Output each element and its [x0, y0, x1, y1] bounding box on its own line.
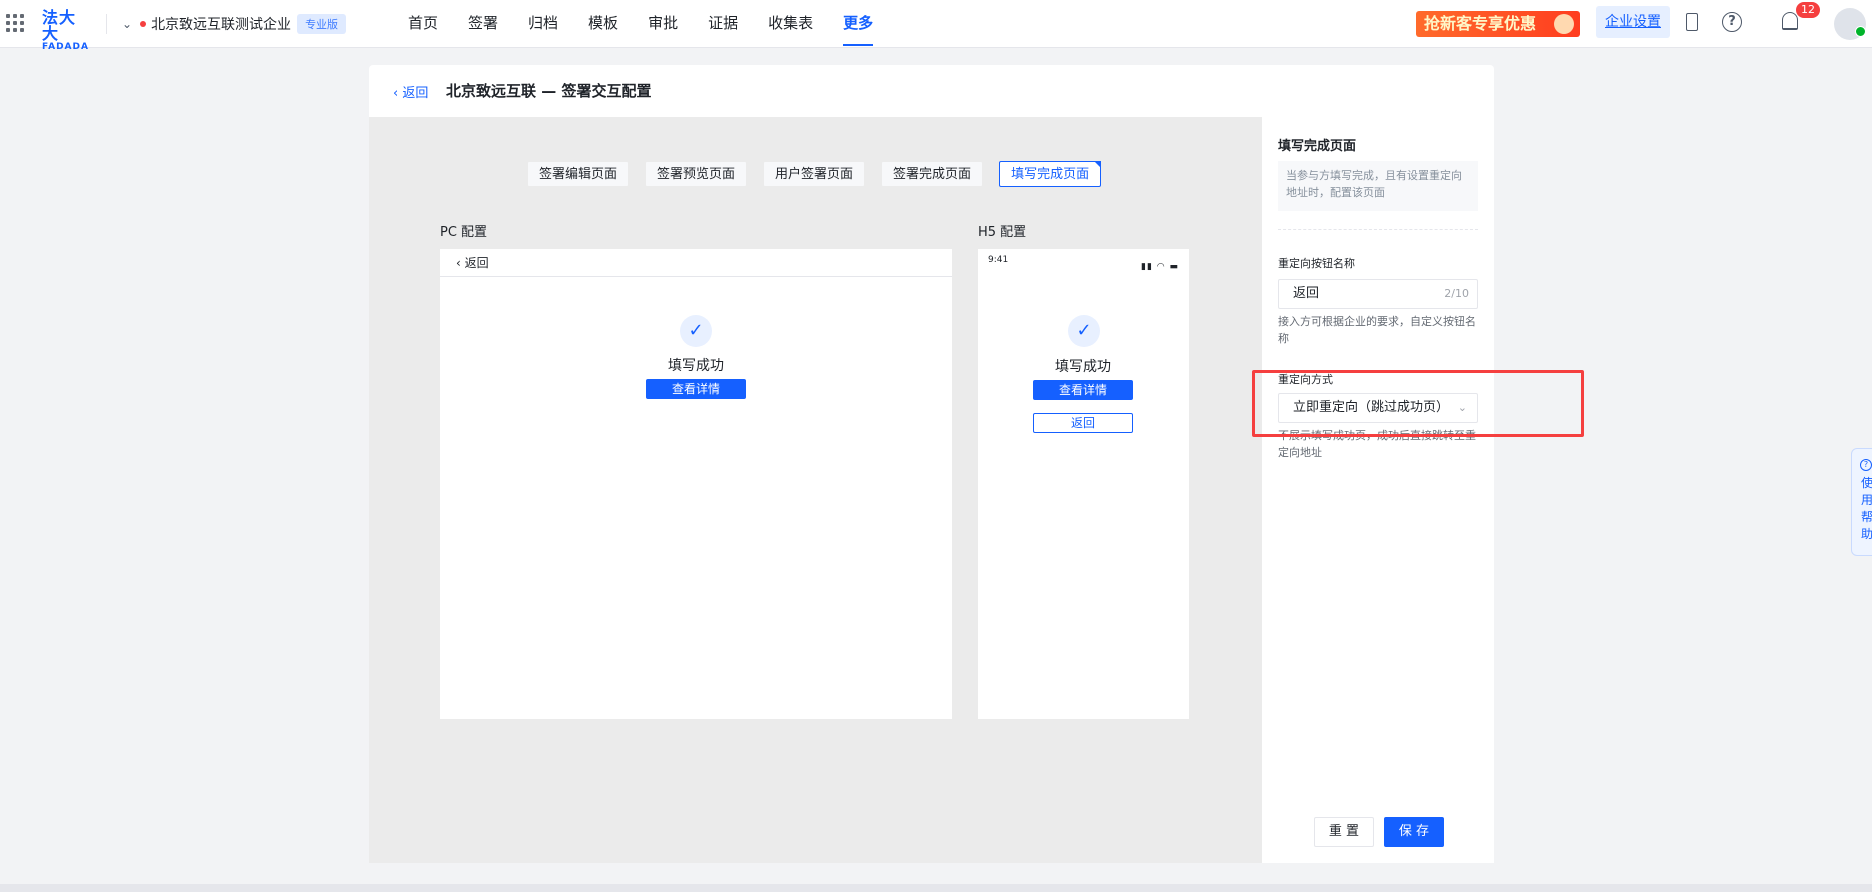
h5-view-details-button: 查看详情: [1033, 380, 1133, 400]
highlight-box: [1252, 370, 1584, 437]
tab-sign-edit[interactable]: 签署编辑页面: [527, 161, 630, 187]
nav-archive[interactable]: 归档: [528, 0, 558, 48]
page-tabs: 签署编辑页面 签署预览页面 用户签署页面 签署完成页面 填写完成页面: [527, 161, 1117, 187]
back-link[interactable]: ‹ 返回: [393, 82, 428, 101]
bell-icon[interactable]: [1782, 12, 1798, 30]
panel-divider: [1278, 229, 1478, 230]
check-icon: ✓: [680, 315, 712, 347]
h5-check-icon: ✓: [1068, 315, 1100, 347]
button-name-hint: 接入方可根据企业的要求，自定义按钮名称: [1278, 315, 1476, 345]
h5-time: 9:41: [988, 255, 1009, 265]
nav-evidence[interactable]: 证据: [708, 0, 738, 48]
h5-return-button: 返回: [1033, 413, 1133, 433]
nav-template[interactable]: 模板: [588, 0, 618, 48]
nav-forms[interactable]: 收集表: [768, 0, 813, 48]
top-nav-bar: 法大大 FADADA ⌄ 北京致远互联测试企业 专业版 首页 签署 归档 模板 …: [0, 0, 1872, 52]
nav-home[interactable]: 首页: [408, 0, 438, 48]
nav-approval[interactable]: 审批: [648, 0, 678, 48]
app-grid-icon[interactable]: [6, 14, 24, 32]
signal-icon: ▮▮ ◠ ▬: [1141, 262, 1179, 272]
reset-button[interactable]: 重 置: [1314, 817, 1374, 847]
nav-more[interactable]: 更多: [843, 0, 874, 48]
h5-config-label: H5 配置: [978, 225, 1027, 240]
tab-sign-preview[interactable]: 签署预览页面: [645, 161, 748, 187]
pc-back-bar: ‹ 返回: [440, 249, 952, 277]
help-float-button[interactable]: ? 使用帮助: [1851, 448, 1872, 556]
help-icon: ?: [1860, 459, 1872, 471]
tab-sign-complete[interactable]: 签署完成页面: [881, 161, 984, 187]
h5-success-text: 填写成功: [1055, 359, 1111, 375]
button-name-value: 返回: [1293, 286, 1320, 301]
pc-success-text: 填写成功: [668, 358, 724, 374]
settings-panel: 填写完成页面 当参与方填写完成，且有设置重定向地址时，配置该页面 重定向按钮名称…: [1262, 117, 1494, 863]
main-nav: 首页 签署 归档 模板 审批 证据 收集表 更多: [408, 0, 903, 48]
char-counter: 2/10: [1444, 287, 1469, 300]
rocket-icon: [1554, 14, 1574, 34]
tab-fill-complete[interactable]: 填写完成页面: [999, 161, 1102, 187]
button-name-input[interactable]: 返回 2/10: [1278, 279, 1478, 309]
notification-badge: 12: [1796, 2, 1820, 18]
card-header: ‹ 返回 北京致远互联 — 签署交互配置: [369, 65, 1494, 117]
help-icon[interactable]: ?: [1722, 12, 1742, 32]
help-float-label: 使用帮助: [1861, 476, 1872, 541]
page-title: 北京致远互联 — 签署交互配置: [446, 82, 652, 100]
fadada-logo[interactable]: 法大大 FADADA: [42, 8, 92, 53]
h5-status-bar: 9:41 ▮▮ ◠ ▬: [978, 249, 1189, 272]
promo-text: 抢新客专享优惠: [1424, 14, 1537, 33]
status-dot: [140, 21, 147, 27]
save-button[interactable]: 保 存: [1384, 817, 1444, 847]
bottom-strip: [0, 884, 1872, 892]
pc-view-details-button: 查看详情: [646, 379, 746, 399]
h5-preview: 9:41 ▮▮ ◠ ▬ ✓ 填写成功 查看详情 返回: [978, 249, 1189, 719]
header-divider: [106, 14, 107, 34]
org-switcher[interactable]: ⌄ 北京致远互联测试企业 专业版: [122, 13, 347, 35]
org-name: 北京致远互联测试企业: [151, 17, 292, 33]
logo-text: 法大大: [42, 8, 77, 43]
preview-area: 签署编辑页面 签署预览页面 用户签署页面 签署完成页面 填写完成页面 PC 配置…: [369, 117, 1262, 863]
plan-badge: 专业版: [297, 14, 347, 34]
tab-user-sign[interactable]: 用户签署页面: [763, 161, 866, 187]
verified-icon: [1855, 26, 1866, 37]
chevron-down-icon: ⌄: [122, 17, 133, 31]
back-label: 返回: [402, 86, 429, 101]
panel-note: 当参与方填写完成，且有设置重定向地址时，配置该页面: [1278, 161, 1478, 211]
mobile-icon[interactable]: [1686, 13, 1698, 31]
panel-title: 填写完成页面: [1278, 139, 1357, 154]
pc-config-label: PC 配置: [440, 225, 488, 240]
nav-sign[interactable]: 签署: [468, 0, 498, 48]
logo-subtext: FADADA: [42, 42, 89, 52]
promo-banner[interactable]: 抢新客专享优惠: [1416, 11, 1580, 37]
enterprise-settings-button[interactable]: 企业设置: [1596, 6, 1670, 38]
config-card: ‹ 返回 北京致远互联 — 签署交互配置 签署编辑页面 签署预览页面 用户签署页…: [369, 65, 1494, 863]
pc-back-label: 返回: [464, 256, 489, 270]
button-name-label: 重定向按钮名称: [1278, 257, 1355, 270]
pc-preview: ‹ 返回 ✓ 填写成功 查看详情: [440, 249, 952, 719]
